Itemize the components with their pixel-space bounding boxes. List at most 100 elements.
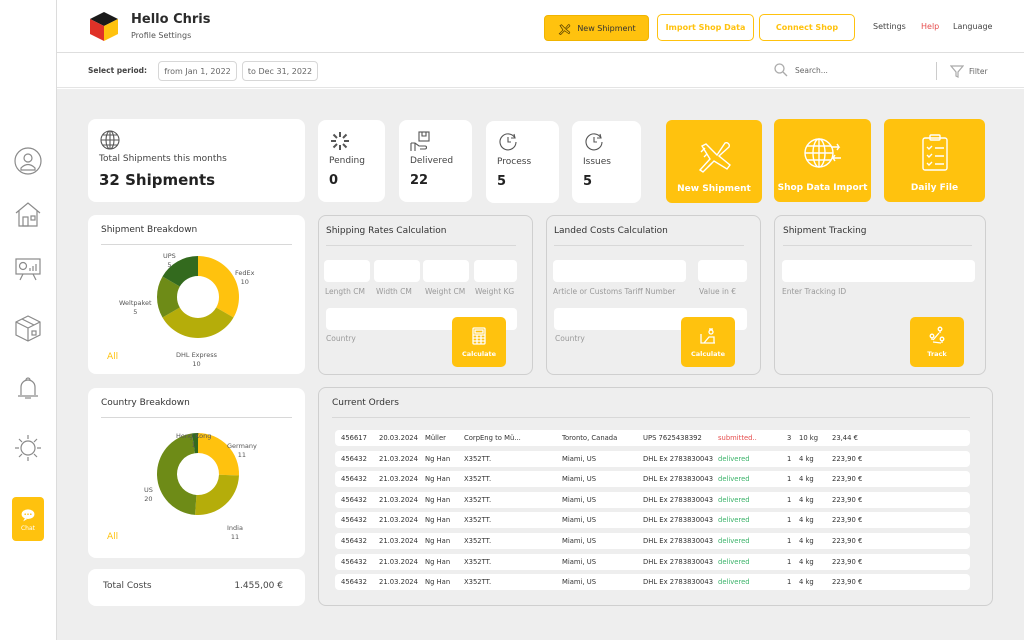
language-link[interactable]: Language	[953, 22, 992, 31]
calculate-landed-costs-button[interactable]: Calculate	[681, 317, 735, 367]
stat-card-pending[interactable]: Pending 0	[318, 120, 385, 202]
table-row[interactable]: 456617 20.03.2024 Müller CorpEng to Mü... To…	[335, 430, 970, 446]
customer-name: Ng Han	[425, 578, 451, 587]
chat-button[interactable]: Chat	[12, 497, 44, 541]
date-from-picker[interactable]: from Jan 1, 2022	[158, 61, 237, 81]
divider	[326, 245, 516, 246]
chat-bubble-icon	[21, 508, 35, 521]
packages-nav-button[interactable]	[13, 313, 43, 343]
new-shipment-tile[interactable]: New Shipment	[666, 120, 762, 203]
table-row[interactable]: 456432 21.03.2024 Ng Han X352TT. Miami, US DH…	[335, 471, 970, 488]
help-link[interactable]: Help	[921, 22, 939, 31]
clock-icon	[583, 131, 605, 153]
new-shipment-button[interactable]: New Shipment	[544, 15, 649, 41]
search-box[interactable]: Search...	[773, 62, 828, 78]
donut-label-us: US 20	[144, 486, 153, 504]
all-filter-link[interactable]: All	[107, 352, 118, 362]
settings-nav-button[interactable]	[13, 433, 43, 463]
table-row[interactable]: 456432 21.03.2024 Ng Han X352TT. Miami, US DH…	[335, 553, 970, 570]
field-label: Length CM	[325, 287, 365, 296]
stat-value: 5	[583, 174, 593, 189]
customer-name: Müller	[425, 434, 446, 442]
date-to-picker[interactable]: to Dec 31, 2022	[242, 61, 318, 81]
top-header: Hello Chris Profile Settings New Shipmen…	[57, 0, 1024, 53]
field-label: Country	[326, 334, 356, 343]
weight-cm-input[interactable]	[423, 260, 469, 284]
greeting: Hello Chris	[131, 12, 211, 27]
filter-label: Filter	[969, 66, 988, 76]
table-row[interactable]: 456432 21.03.2024 Ng Han X352TT. Miami, US DH…	[335, 491, 970, 508]
quantity: 1	[787, 578, 792, 587]
period-label: Select period:	[88, 66, 148, 75]
import-shop-data-button[interactable]: Import Shop Data	[657, 14, 754, 41]
stat-card-issues[interactable]: Issues 5	[572, 121, 641, 203]
table-row[interactable]: 456432 21.03.2024 Ng Han X352TT. Miami, US DH…	[335, 512, 970, 529]
notifications-nav-button[interactable]	[13, 373, 43, 403]
divider	[783, 245, 972, 246]
gear-icon	[15, 435, 41, 461]
track-label: Track	[927, 350, 947, 358]
order-status: delivered	[718, 557, 750, 566]
field-label: Country	[555, 334, 585, 343]
calculate-shipping-button[interactable]: Calculate	[452, 317, 506, 367]
donut-slice-dhl-express[interactable]	[162, 307, 234, 339]
filter-button[interactable]: Filter	[950, 64, 988, 78]
total-shipments-card: Total Shipments this months 32 Shipments	[88, 119, 305, 202]
stat-card-delivered[interactable]: Delivered 22	[399, 120, 472, 202]
order-reference: X352TT.	[464, 516, 492, 525]
total-costs-value: 1.455,00 €	[234, 581, 283, 591]
shop-data-import-tile[interactable]: Shop Data Import	[774, 119, 871, 202]
donut-slice-india[interactable]	[195, 474, 239, 515]
globe-arrows-icon	[803, 138, 841, 168]
profile-nav-button[interactable]	[13, 146, 43, 176]
landed-costs-card: Landed Costs Calculation Article or Cust…	[546, 215, 761, 375]
search-input[interactable]: Search...	[795, 66, 828, 75]
route-pins-icon	[929, 326, 945, 344]
price: 223,90 €	[832, 454, 863, 463]
order-id: 456432	[341, 454, 367, 463]
table-row[interactable]: 456432 21.03.2024 Ng Han X352TT. Miami, US DH…	[335, 574, 970, 591]
order-reference: X352TT.	[464, 578, 492, 587]
carrier-tracking: UPS 7625438392	[643, 434, 702, 442]
order-status: delivered	[718, 578, 750, 587]
tracking-id-input[interactable]	[782, 260, 975, 284]
width-input[interactable]	[374, 260, 420, 284]
daily-file-tile[interactable]: Daily File	[884, 119, 985, 202]
stat-value: 22	[410, 173, 429, 188]
order-reference: X352TT.	[464, 495, 492, 504]
analytics-nav-button[interactable]	[13, 254, 43, 284]
length-input[interactable]	[324, 260, 370, 284]
bell-icon	[18, 377, 38, 399]
weight-kg-input[interactable]	[474, 260, 517, 284]
price: 223,90 €	[832, 495, 863, 504]
donut-label-india: India 11	[227, 524, 243, 542]
stat-card-process[interactable]: Process 5	[486, 121, 559, 203]
profile-settings-link[interactable]: Profile Settings	[131, 31, 191, 40]
quantity: 1	[787, 475, 792, 484]
weight: 4 kg	[799, 495, 814, 504]
destination: Miami, US	[562, 516, 597, 525]
total-shipments-label: Total Shipments this months	[99, 154, 227, 164]
daily-file-tile-label: Daily File	[910, 183, 959, 193]
home-nav-button[interactable]	[13, 199, 43, 229]
weight: 4 kg	[799, 475, 814, 484]
price: 23,44 €	[832, 434, 858, 442]
order-date: 21.03.2024	[379, 578, 418, 587]
all-filter-link[interactable]: All	[107, 532, 118, 542]
connect-shop-button[interactable]: Connect Shop	[759, 14, 855, 41]
card-title: Current Orders	[332, 398, 399, 408]
settings-link[interactable]: Settings	[873, 22, 906, 31]
article-tariff-input[interactable]	[553, 260, 686, 284]
search-icon	[774, 63, 788, 77]
sidebar: Chat	[0, 0, 57, 640]
stat-label: Pending	[329, 156, 365, 166]
carrier-tracking: DHL Ex 2783830043	[643, 578, 714, 587]
order-reference: CorpEng to Mü...	[464, 434, 521, 442]
table-row[interactable]: 456432 21.03.2024 Ng Han X352TT. Miami, US DH…	[335, 450, 970, 467]
track-button[interactable]: Track	[910, 317, 964, 367]
donut-slice-fedex[interactable]	[198, 256, 239, 318]
value-input[interactable]	[698, 260, 747, 284]
stat-label: Issues	[583, 157, 611, 167]
table-row[interactable]: 456432 21.03.2024 Ng Han X352TT. Miami, US DH…	[335, 533, 970, 549]
spinner-icon	[329, 130, 351, 152]
